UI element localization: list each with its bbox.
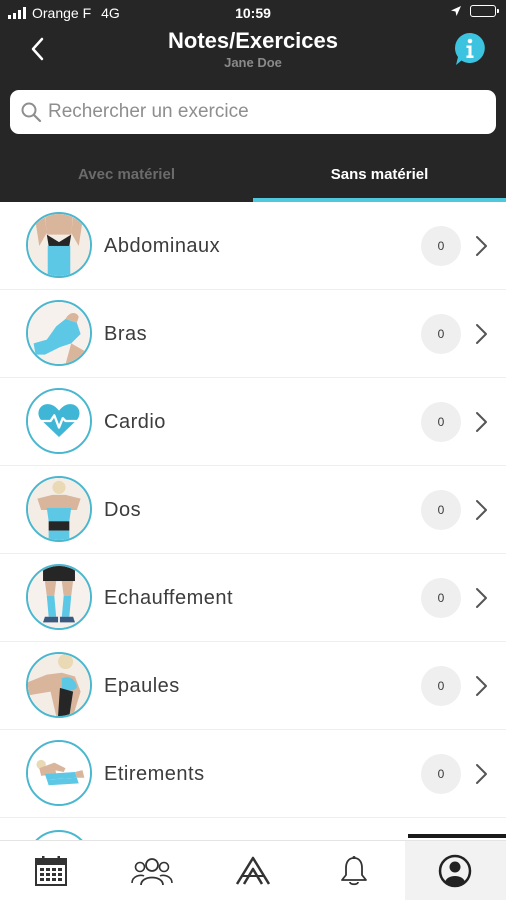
bras-thumbnail-icon [26, 300, 92, 366]
tab-community[interactable] [101, 841, 202, 900]
list-item-dos[interactable]: Dos 0 [0, 466, 506, 554]
bottom-tab-bar [0, 840, 506, 900]
header-area: Orange F 4G 10:59 Notes/Exercices Jane D… [0, 0, 506, 202]
chevron-right-icon [476, 500, 487, 520]
info-icon[interactable] [454, 32, 486, 66]
chevron-right-icon [476, 324, 487, 344]
location-icon [451, 6, 461, 16]
search-bar[interactable] [10, 90, 496, 134]
chevron-right-icon [476, 676, 487, 696]
category-label: Epaules [104, 675, 180, 697]
category-label: Etirements [104, 763, 205, 785]
list-item-abdominaux[interactable]: Abdominaux 0 [0, 202, 506, 290]
count-badge: 0 [421, 226, 461, 266]
category-label: Cardio [104, 411, 166, 433]
category-label: Echauffement [104, 587, 234, 609]
status-time: 10:59 [235, 5, 271, 21]
calendar-icon [34, 856, 67, 886]
tab-label: Sans matériel [330, 166, 429, 183]
group-icon [130, 858, 173, 886]
count-badge: 0 [421, 490, 461, 530]
bell-icon [341, 856, 368, 886]
tab-notifications[interactable] [304, 841, 405, 900]
tab-bar: Avec matériel Sans matériel [0, 147, 506, 202]
abdominaux-thumbnail-icon [26, 212, 92, 278]
tab-sans-materiel[interactable]: Sans matériel [253, 147, 506, 202]
page-title: Notes/Exercices [168, 28, 338, 53]
count-badge: 0 [421, 314, 461, 354]
chevron-right-icon [476, 764, 487, 784]
list-item-bras[interactable]: Bras 0 [0, 290, 506, 378]
profile-icon [439, 854, 472, 888]
tab-home[interactable] [202, 841, 303, 900]
list-item-partial [0, 818, 506, 840]
dos-thumbnail-icon [26, 476, 92, 542]
list-item-etirements[interactable]: Etirements 0 [0, 730, 506, 818]
search-icon [21, 102, 42, 123]
status-bar: Orange F 4G 10:59 [0, 0, 506, 26]
chevron-right-icon [476, 588, 487, 608]
chevron-right-icon [476, 236, 487, 256]
list-item-echauffement[interactable]: Echauffement 0 [0, 554, 506, 642]
category-label: Bras [104, 323, 148, 345]
category-label: Dos [104, 499, 142, 521]
count-badge: 0 [421, 666, 461, 706]
chevron-right-icon [476, 412, 487, 432]
category-list[interactable]: Abdominaux 0 Bras 0 Cardio 0 Dos 0 Echau… [0, 202, 506, 840]
tab-calendar[interactable] [0, 841, 101, 900]
navigation-bar: Notes/Exercices Jane Doe [0, 26, 506, 78]
scroll-indicator [408, 834, 506, 838]
list-item-epaules[interactable]: Epaules 0 [0, 642, 506, 730]
category-label: Abdominaux [104, 235, 221, 257]
logo-icon [235, 856, 271, 885]
list-item-cardio[interactable]: Cardio 0 [0, 378, 506, 466]
etirements-thumbnail-icon [26, 740, 92, 806]
tab-avec-materiel[interactable]: Avec matériel [0, 147, 253, 202]
epaules-thumbnail-icon [26, 652, 92, 718]
page-subtitle: Jane Doe [224, 55, 282, 70]
tab-label: Avec matériel [77, 166, 175, 183]
count-badge: 0 [421, 402, 461, 442]
tab-profile[interactable] [404, 841, 506, 900]
count-badge: 0 [421, 754, 461, 794]
heart-pulse-icon [26, 388, 92, 454]
echauffement-thumbnail-icon [26, 564, 92, 630]
battery-icon [470, 5, 499, 17]
search-input[interactable] [48, 101, 468, 123]
partial-thumbnail [26, 830, 92, 840]
count-badge: 0 [421, 578, 461, 618]
